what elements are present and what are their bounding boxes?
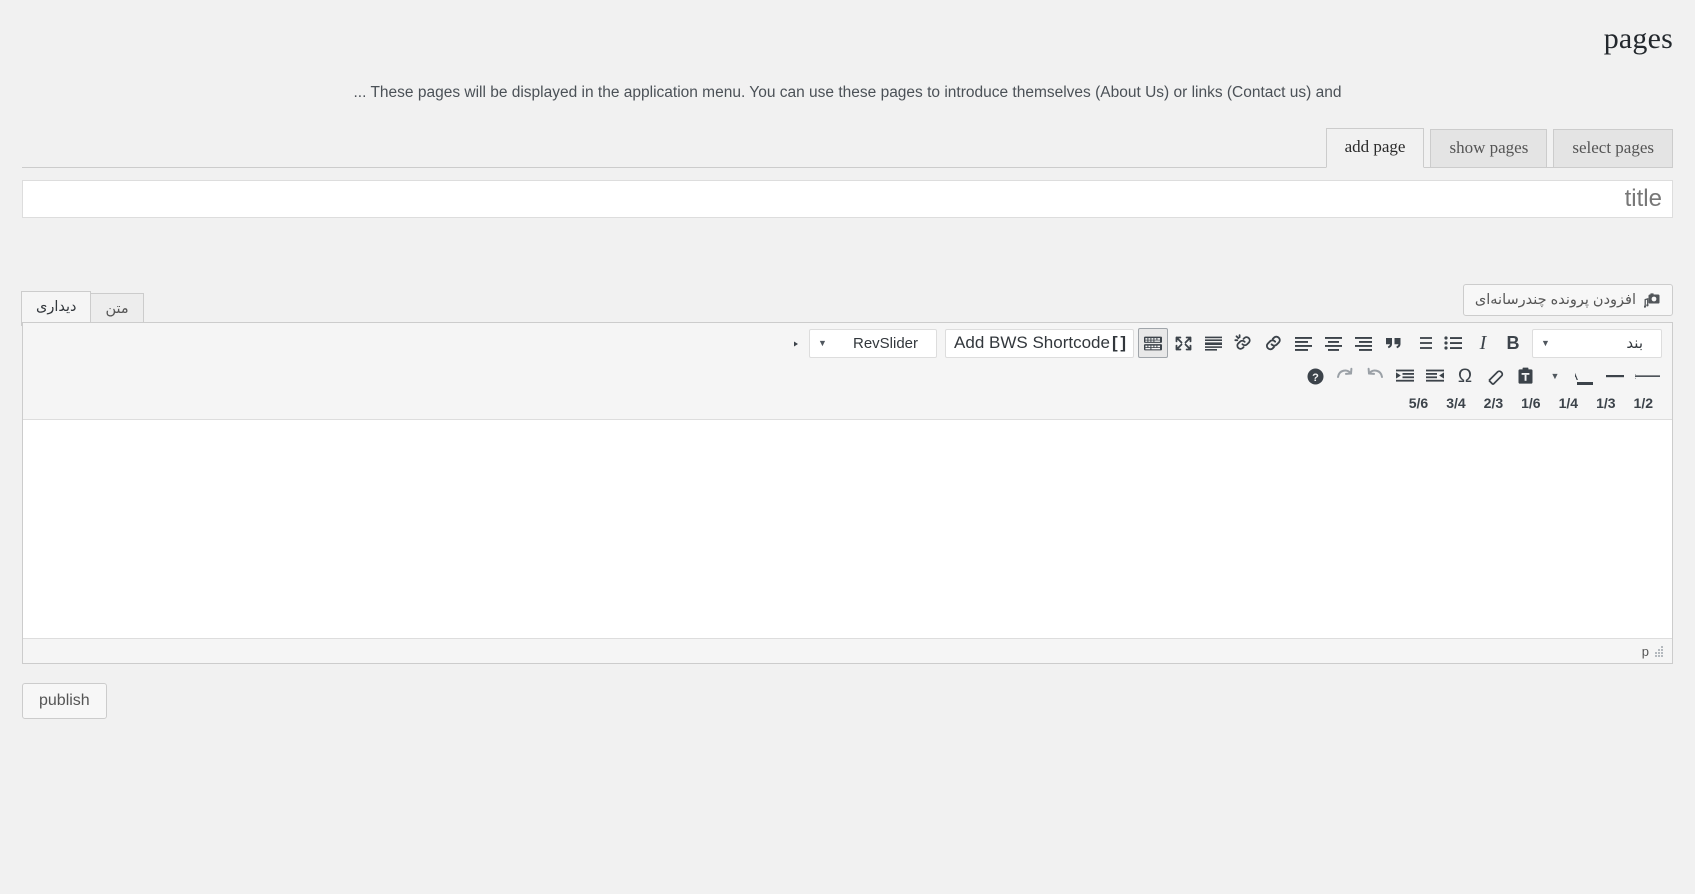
eraser-icon xyxy=(1485,367,1505,385)
bullet-list-button[interactable] xyxy=(1438,328,1468,358)
chevron-down-icon: ▼ xyxy=(1550,371,1560,381)
omega-icon: Ω xyxy=(1457,365,1473,387)
read-more-button[interactable] xyxy=(1198,328,1228,358)
editor-tab-list: دیداری متن xyxy=(21,290,144,326)
outdent-icon xyxy=(1425,368,1445,384)
toolbar-row-1: بند ▼ B I Add BWS Shortcode [] ▼ RevSli… xyxy=(27,325,1668,359)
editor-content-area[interactable] xyxy=(23,439,1672,638)
editor-tab-visual[interactable]: دیداری xyxy=(21,291,92,326)
page-title: pages xyxy=(1603,22,1673,55)
fraction-1-4[interactable]: 1/4 xyxy=(1550,393,1587,413)
paragraph-mark-button[interactable]: ¶ xyxy=(775,328,805,358)
keyboard-toolbar-icon xyxy=(1143,335,1163,352)
add-bws-shortcode-label: Add BWS Shortcode xyxy=(954,333,1110,352)
admin-page: pages ... These pages will be displayed … xyxy=(0,0,1695,894)
italic-label: I xyxy=(1479,332,1487,354)
revslider-select[interactable]: ▼ RevSlider xyxy=(809,328,938,358)
fraction-2-3[interactable]: 2/3 xyxy=(1475,393,1512,413)
svg-text:?: ? xyxy=(1312,372,1319,384)
italic-button[interactable]: I xyxy=(1468,328,1498,358)
fraction-1-2[interactable]: 1/2 xyxy=(1625,393,1662,413)
fraction-3-4[interactable]: 3/4 xyxy=(1437,393,1474,413)
editor-toolbar: بند ▼ B I Add BWS Shortcode [] ▼ RevSli… xyxy=(23,323,1672,420)
title-input[interactable] xyxy=(22,180,1673,218)
align-center-icon xyxy=(1324,335,1343,351)
unlink-icon xyxy=(1233,334,1253,352)
indent-icon xyxy=(1395,368,1415,384)
fraction-1-3[interactable]: 1/3 xyxy=(1587,393,1624,413)
bold-label: B xyxy=(1506,333,1520,353)
add-media-label: افزودن پرونده چندرسانه‌ای xyxy=(1474,292,1636,308)
strikethrough-icon: ABC xyxy=(1635,368,1661,384)
align-left-icon xyxy=(1294,335,1313,351)
fullscreen-button[interactable] xyxy=(1168,328,1198,358)
special-character-button[interactable]: Ω xyxy=(1450,361,1480,391)
editor-statusbar: p xyxy=(23,638,1672,663)
resize-grip-icon[interactable] xyxy=(1653,645,1664,657)
text-color-dropdown[interactable]: ▼ xyxy=(1540,361,1570,391)
page-description: ... These pages will be displayed in the… xyxy=(353,84,1342,101)
pilcrow-icon: ¶ xyxy=(780,335,800,352)
editor-panel: بند ▼ B I Add BWS Shortcode [] ▼ RevSli… xyxy=(22,322,1673,664)
fraction-5-6[interactable]: 5/6 xyxy=(1400,393,1437,413)
tab-add-page[interactable]: add page xyxy=(1325,128,1425,168)
bold-button[interactable]: B xyxy=(1498,328,1528,358)
element-path[interactable]: p xyxy=(1642,644,1649,659)
bullet-list-icon xyxy=(1443,335,1463,351)
horizontal-rule-icon xyxy=(1605,368,1625,384)
help-icon: ? xyxy=(1306,367,1325,386)
redo-icon xyxy=(1335,367,1355,385)
shortcode-brackets-icon: [ ] xyxy=(1111,333,1126,352)
publish-button[interactable]: publish xyxy=(22,683,107,719)
align-right-button[interactable] xyxy=(1348,328,1378,358)
align-right-icon xyxy=(1354,335,1373,351)
tab-list: select pages show pages add page xyxy=(1320,128,1673,168)
insert-link-button[interactable] xyxy=(1258,328,1288,358)
title-row xyxy=(22,180,1673,218)
horizontal-rule-button[interactable] xyxy=(1600,361,1630,391)
tab-show-pages[interactable]: show pages xyxy=(1430,129,1548,168)
text-color-button[interactable]: A xyxy=(1570,361,1600,391)
tab-select-pages[interactable]: select pages xyxy=(1553,129,1673,168)
publish-row: publish xyxy=(22,683,107,719)
align-left-button[interactable] xyxy=(1288,328,1318,358)
media-add-icon xyxy=(1644,292,1661,308)
paste-as-text-icon xyxy=(1516,367,1535,385)
blockquote-icon xyxy=(1384,335,1403,351)
tab-strip: select pages show pages add page xyxy=(22,126,1673,168)
blockquote-button[interactable] xyxy=(1378,328,1408,358)
undo-icon xyxy=(1365,367,1385,385)
outdent-button[interactable] xyxy=(1420,361,1450,391)
undo-button[interactable] xyxy=(1360,361,1390,391)
read-more-icon xyxy=(1204,335,1223,351)
indent-button[interactable] xyxy=(1390,361,1420,391)
toolbar-row-2: ABC A xyxy=(27,359,1668,393)
strikethrough-button[interactable]: ABC xyxy=(1630,361,1666,391)
redo-button[interactable] xyxy=(1330,361,1360,391)
paragraph-format-value: بند xyxy=(1626,335,1643,352)
text-color-icon: A xyxy=(1575,367,1595,386)
fractions-row: 1/2 1/3 1/4 1/6 2/3 3/4 5/6 xyxy=(27,393,1668,417)
strikethrough-label: ABC xyxy=(1635,372,1636,383)
fraction-1-6[interactable]: 1/6 xyxy=(1512,393,1549,413)
paste-as-text-button[interactable] xyxy=(1510,361,1540,391)
add-media-button[interactable]: افزودن پرونده چندرسانه‌ای xyxy=(1462,284,1673,316)
remove-link-button[interactable] xyxy=(1228,328,1258,358)
chevron-down-icon: ▼ xyxy=(818,338,827,348)
help-button[interactable]: ? xyxy=(1300,361,1330,391)
paragraph-format-select[interactable]: بند ▼ xyxy=(1532,328,1662,358)
media-row: افزودن پرونده چندرسانه‌ای xyxy=(22,284,1673,320)
toolbar-toggle-button[interactable] xyxy=(1138,328,1168,358)
align-center-button[interactable] xyxy=(1318,328,1348,358)
fullscreen-icon xyxy=(1174,335,1193,352)
clear-formatting-button[interactable] xyxy=(1480,361,1510,391)
chevron-down-icon: ▼ xyxy=(1541,338,1550,348)
revslider-value: RevSlider xyxy=(853,334,919,352)
svg-text:A: A xyxy=(1575,367,1579,383)
numbered-list-icon: 1 2 3 xyxy=(1414,335,1433,351)
numbered-list-button[interactable]: 1 2 3 xyxy=(1408,328,1438,358)
link-icon xyxy=(1264,334,1283,352)
add-bws-shortcode-button[interactable]: Add BWS Shortcode [ ] xyxy=(945,328,1134,358)
